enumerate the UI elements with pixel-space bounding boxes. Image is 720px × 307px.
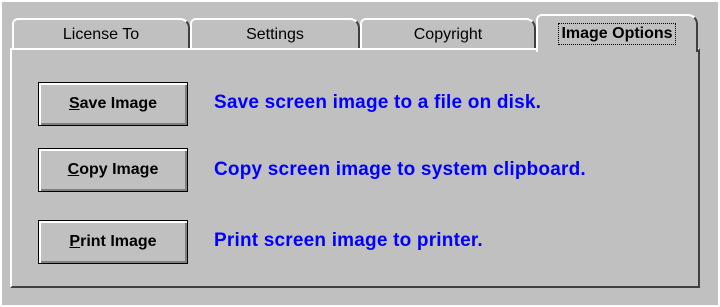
save-image-button[interactable]: Save Image [38,82,188,126]
tab-strip: License To Settings Copyright Image Opti… [8,14,698,52]
tab-label: Settings [246,26,304,43]
tab-image-options[interactable]: Image Options [536,14,698,52]
copy-image-description: Copy screen image to system clipboard. [214,159,586,180]
copy-image-accel: C [67,161,80,178]
print-image-accel: P [69,233,81,250]
dialog-frame: License To Settings Copyright Image Opti… [2,2,718,305]
save-image-description: Save screen image to a file on disk. [214,92,542,113]
image-options-panel: Save Image Save screen image to a file o… [10,48,700,288]
print-image-label: rint Image [80,233,157,250]
print-image-button[interactable]: Print Image [38,220,188,264]
tab-copyright[interactable]: Copyright [360,18,536,50]
tab-settings[interactable]: Settings [190,18,360,50]
tab-label: License To [62,26,140,43]
copy-image-button[interactable]: Copy Image [38,148,188,192]
tab-label: Image Options [558,23,676,45]
tab-label: Copyright [413,26,483,43]
save-image-label: ave Image [79,95,158,112]
tab-license-to[interactable]: License To [12,18,190,50]
copy-image-label: opy Image [79,161,159,178]
print-image-description: Print screen image to printer. [214,230,483,251]
save-image-accel: S [68,95,80,112]
